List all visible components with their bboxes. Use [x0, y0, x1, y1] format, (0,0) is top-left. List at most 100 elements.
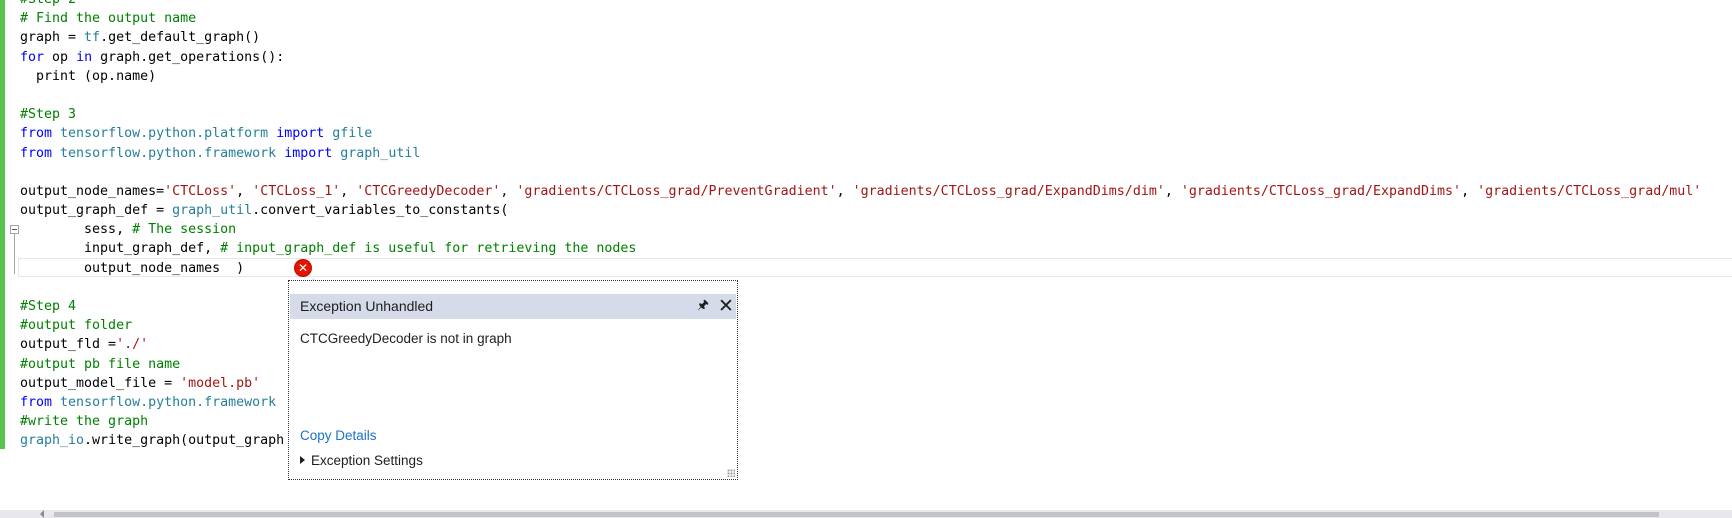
code-line[interactable]: for op in graph.get_operations(): — [20, 48, 1701, 67]
code-token: input_graph_def, — [20, 241, 221, 257]
exception-settings-label: Exception Settings — [311, 453, 423, 468]
code-token: #output folder — [20, 318, 133, 334]
code-line[interactable]: output_fld ='./' — [20, 335, 1701, 354]
code-line[interactable]: from tensorflow.python.framework import … — [20, 144, 1701, 163]
code-token: tensorflow.python.platform — [60, 126, 269, 142]
code-editor[interactable]: #Step 2# Find the output namegraph = tf.… — [0, 0, 1732, 505]
code-line[interactable]: output_graph_def = graph_util.convert_va… — [20, 201, 1701, 220]
exception-message: CTCGreedyDecoder is not in graph — [300, 331, 512, 346]
code-token: , — [236, 183, 253, 199]
code-token: graph_util — [172, 203, 253, 219]
popup-header: Exception Unhandled 🖈 ✕ — [290, 294, 736, 319]
code-token: 'CTCGreedyDecoder' — [356, 183, 501, 199]
code-token: # input_graph_def is useful for retrievi… — [220, 241, 637, 257]
code-token: , — [500, 183, 517, 199]
code-token: 'gradients/CTCLoss_grad/ExpandDims/dim' — [852, 183, 1165, 199]
exception-popup: Exception Unhandled 🖈 ✕ CTCGreedyDecoder… — [288, 280, 738, 480]
code-token: #write the graph — [20, 414, 149, 430]
code-token: #output pb file name — [20, 356, 181, 372]
code-token: # The session — [132, 222, 237, 238]
code-token: 'gradients/CTCLoss_grad/mul' — [1477, 183, 1702, 199]
scroll-left-arrow-icon[interactable] — [40, 510, 44, 518]
resize-grip-icon[interactable] — [727, 469, 735, 477]
code-token: output_fld = — [20, 337, 117, 353]
code-line[interactable]: #write the graph — [20, 412, 1701, 431]
code-token: 'gradients/CTCLoss_grad/ExpandDims' — [1180, 183, 1462, 199]
close-icon[interactable]: ✕ — [717, 296, 735, 316]
code-token: output_node_names= — [20, 183, 165, 199]
code-token: sess, — [20, 222, 133, 238]
code-token: './' — [116, 337, 149, 353]
change-tracking-bar — [0, 0, 5, 449]
code-token: , — [1461, 183, 1478, 199]
code-token: tensorflow.python.framework — [60, 145, 277, 161]
code-token: .convert_variables_to_constants( — [252, 203, 509, 219]
code-token: .get_default_graph() — [100, 30, 261, 46]
code-token: 'model.pb' — [180, 375, 261, 391]
code-token: 'CTCLoss_1' — [252, 183, 341, 199]
code-line[interactable] — [20, 86, 1701, 105]
code-token: from — [20, 126, 53, 142]
code-line[interactable]: output_node_names ) — [20, 259, 1701, 278]
code-token: .write_graph(output_graph — [84, 433, 285, 449]
code-token: graph_util — [340, 145, 421, 161]
scrollbar-thumb[interactable] — [54, 512, 1659, 517]
popup-title: Exception Unhandled — [300, 298, 434, 314]
code-token: tf — [84, 30, 101, 46]
code-token: gfile — [332, 126, 373, 142]
code-token: from — [20, 394, 53, 410]
code-token: # Find the output name — [20, 11, 197, 27]
code-token: from — [20, 145, 53, 161]
code-line[interactable] — [20, 278, 1701, 297]
code-token: in — [76, 49, 93, 65]
code-token: #Step 2 — [20, 0, 76, 7]
code-token: , — [340, 183, 357, 199]
code-token: 'gradients/CTCLoss_grad/PreventGradient' — [516, 183, 837, 199]
code-token: graph_io — [20, 433, 85, 449]
copy-details-link[interactable]: Copy Details — [300, 428, 377, 443]
code-line[interactable]: input_graph_def, # input_graph_def is us… — [20, 239, 1701, 258]
code-line[interactable]: #output pb file name — [20, 355, 1701, 374]
code-line[interactable]: #Step 3 — [20, 105, 1701, 124]
code-line[interactable]: sess, # The session — [20, 220, 1701, 239]
code-token: output_graph_def = — [20, 203, 173, 219]
code-line[interactable]: output_model_file = 'model.pb' — [20, 374, 1701, 393]
code-line[interactable]: from tensorflow.python.framework — [20, 393, 1701, 412]
expand-arrow-icon — [300, 456, 305, 465]
code-token: graph.get_operations(): — [92, 49, 285, 65]
code-token: print (op.name) — [20, 68, 157, 84]
code-line[interactable]: #output folder — [20, 316, 1701, 335]
error-x-icon[interactable]: ✕ — [295, 260, 311, 276]
code-token: output_node_names ) — [20, 260, 245, 276]
code-line[interactable]: # Find the output name — [20, 9, 1701, 28]
code-token: , — [1164, 183, 1181, 199]
code-line[interactable]: #Step 4 — [20, 297, 1701, 316]
code-line[interactable] — [20, 163, 1701, 182]
code-token: import — [276, 126, 325, 142]
collapse-region-icon[interactable] — [10, 225, 19, 234]
code-line[interactable]: from tensorflow.python.platform import g… — [20, 124, 1701, 143]
pin-icon[interactable]: 🖈 — [696, 297, 710, 315]
exception-settings-expander[interactable]: Exception Settings — [300, 453, 423, 468]
code-token: tensorflow.python.framework — [60, 394, 277, 410]
code-line[interactable]: graph = tf.get_default_graph() — [20, 28, 1701, 47]
code-token: op — [44, 49, 77, 65]
code-lines[interactable]: #Step 2# Find the output namegraph = tf.… — [20, 0, 1701, 451]
code-token: #Step 4 — [20, 299, 77, 314]
code-token: 'CTCLoss' — [164, 183, 237, 199]
fold-guide-line — [14, 234, 15, 274]
horizontal-scrollbar[interactable] — [0, 510, 1732, 518]
code-token: #Step 3 — [20, 107, 77, 123]
code-token: import — [284, 145, 333, 161]
code-token: for — [20, 49, 45, 65]
code-line[interactable]: output_node_names='CTCLoss', 'CTCLoss_1'… — [20, 182, 1701, 201]
code-line[interactable]: #Step 2 — [20, 0, 1701, 9]
code-line[interactable]: graph_io.write_graph(output_graph — [20, 431, 1701, 450]
code-token: , — [836, 183, 853, 199]
code-line[interactable]: print (op.name) — [20, 67, 1701, 86]
code-token: graph = — [20, 30, 85, 46]
